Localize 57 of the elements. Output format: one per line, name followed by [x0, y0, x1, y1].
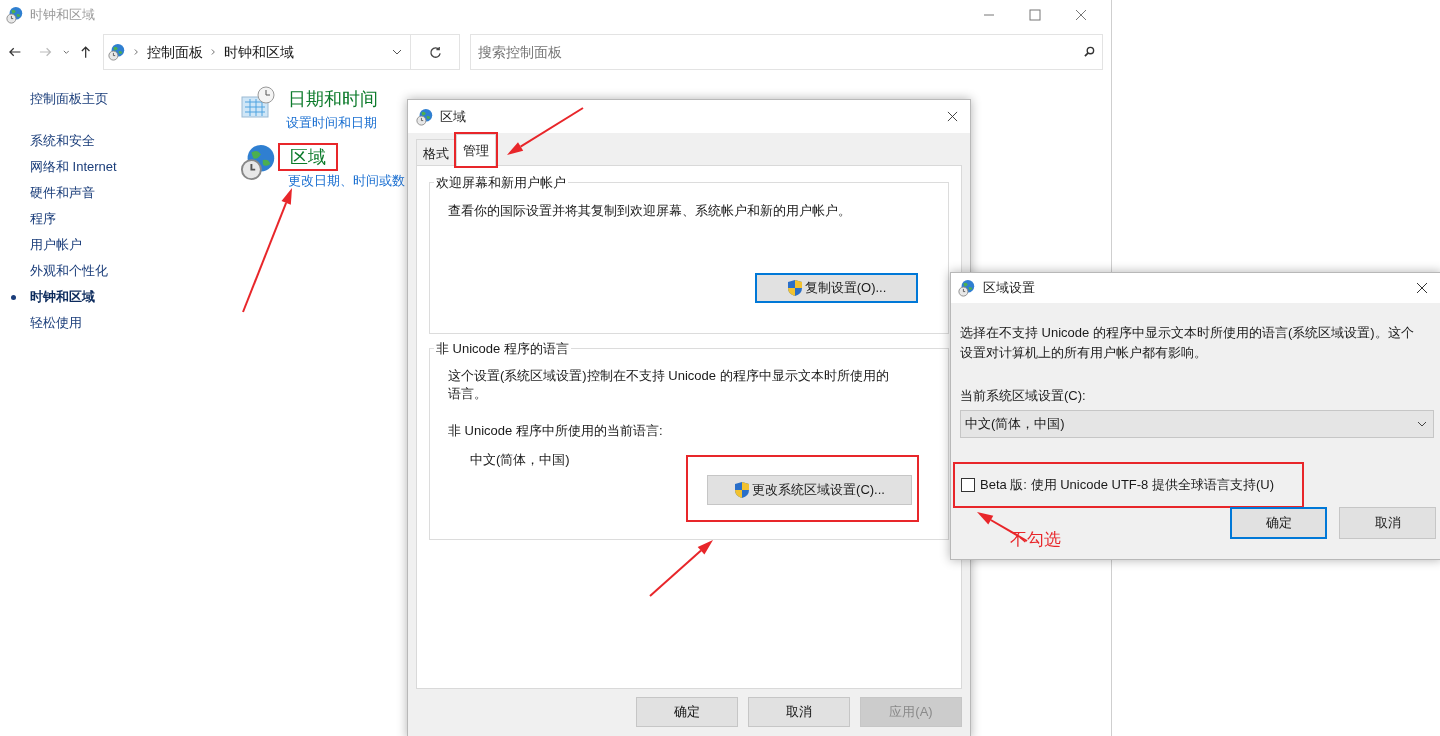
category-link[interactable]: 更改日期、时间或数 — [288, 170, 405, 190]
field-label: 当前系统区域设置(C): — [960, 387, 1087, 405]
sidebar-item[interactable]: 轻松使用 — [30, 312, 82, 333]
globe-icon — [958, 279, 976, 297]
control-panel-icon — [107, 43, 126, 61]
search-icon — [1084, 46, 1095, 57]
dialog-button[interactable]: 确定 — [1230, 506, 1327, 539]
chevron-icon — [210, 48, 216, 56]
copy-settings-button[interactable]: 复制设置(O)... — [755, 272, 918, 303]
dialog-description: 选择在不支持 Unicode 的程序中显示文本时所使用的语言(系统区域设置)。这个设置对计算机上的所有用户帐户都有影响。 — [960, 324, 1415, 362]
shield-icon — [786, 278, 803, 297]
close-icon[interactable] — [1416, 282, 1428, 294]
tab[interactable]: 管理 — [456, 134, 496, 166]
group-description: 这个设置(系统区域设置)控制在不支持 Unicode 的程序中显示文本时所使用的语言。 — [448, 367, 890, 403]
sidebar-item[interactable]: 网络和 Internet — [30, 156, 117, 177]
dropdown-icon[interactable] — [62, 48, 70, 56]
tab[interactable]: 格式 — [416, 139, 456, 165]
sidebar-item[interactable]: 硬件和声音 — [30, 182, 95, 203]
current-language-label: 非 Unicode 程序中所使用的当前语言: — [448, 422, 664, 440]
sidebar-item[interactable]: 用户帐户 — [30, 234, 82, 255]
dialog-button[interactable]: 取消 — [1339, 506, 1436, 539]
sidebar-item[interactable]: 外观和个性化 — [30, 260, 108, 281]
change-locale-button[interactable]: 更改系统区域设置(C)... — [707, 475, 912, 505]
search-field[interactable]: 搜索控制面板 — [470, 34, 1103, 70]
dropdown-icon[interactable] — [391, 49, 402, 55]
up-icon[interactable] — [79, 45, 93, 59]
window-title: 时钟和区域 — [30, 6, 95, 25]
breadcrumb-item[interactable]: 控制面板 — [146, 41, 203, 63]
group-description: 查看你的国际设置并将其复制到欢迎屏幕、系统帐户和新的用户帐户。 — [448, 202, 852, 220]
address-bar[interactable]: 控制面板 时钟和区域 — [102, 34, 411, 70]
checkbox[interactable] — [961, 477, 975, 492]
locale-dropdown[interactable]: 中文(简体，中国) — [960, 409, 1434, 438]
app-icon — [6, 6, 24, 24]
calendar-clock-icon — [240, 85, 276, 121]
chevron-icon — [133, 48, 139, 56]
sidebar-link[interactable]: 控制面板主页 — [0, 89, 240, 109]
dialog-button[interactable]: 确定 — [636, 697, 738, 727]
breadcrumb-item[interactable]: 时钟和区域 — [223, 41, 294, 63]
sidebar-item[interactable]: 时钟和区域 — [30, 286, 95, 307]
current-language-value: 中文(简体，中国) — [469, 450, 571, 469]
globe-icon — [416, 107, 434, 126]
refresh-button[interactable] — [410, 34, 461, 70]
sidebar-item[interactable]: 系统和安全 — [30, 130, 95, 151]
maximize-icon[interactable] — [1029, 9, 1041, 21]
close-icon[interactable] — [947, 111, 958, 122]
caret-icon — [1417, 420, 1427, 427]
shield-icon — [734, 481, 751, 499]
category-title[interactable]: 区域 — [278, 142, 338, 171]
category-link[interactable]: 设置时间和日期 — [286, 113, 390, 133]
dialog-title: 区域 — [440, 107, 466, 126]
refresh-icon — [428, 45, 442, 59]
checkbox-label[interactable]: Beta 版: 使用 Unicode UTF-8 提供全球语言支持(U) — [980, 474, 1274, 495]
sidebar-item[interactable]: 程序 — [30, 208, 56, 229]
back-icon[interactable] — [8, 45, 22, 59]
dialog-title: 区域设置 — [983, 279, 1035, 298]
dialog-button[interactable]: 取消 — [748, 697, 850, 727]
category-title[interactable]: 日期和时间 — [276, 85, 390, 113]
